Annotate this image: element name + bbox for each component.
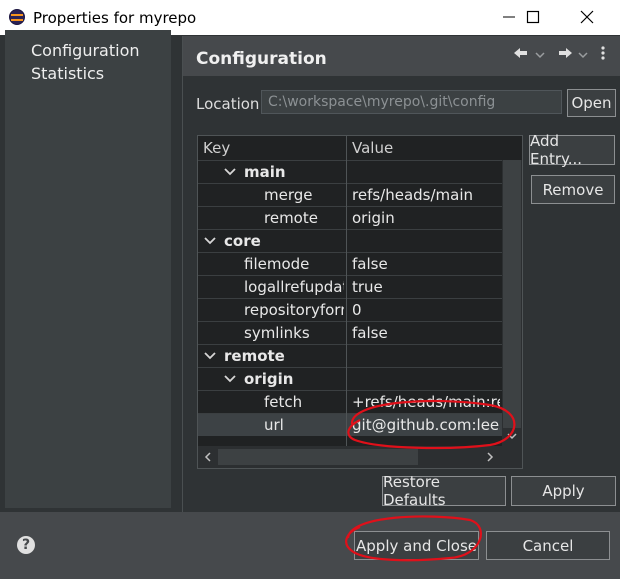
open-button[interactable]: Open [567,89,616,117]
table-row[interactable]: symlinks false [198,321,502,344]
row-key: url [264,416,284,434]
add-entry-button[interactable]: Add Entry... [529,132,615,168]
row-key: logallrefupdates [244,278,344,296]
row-value: 0 [352,301,362,319]
row-value: refs/heads/main [352,186,474,204]
eclipse-icon [9,9,25,25]
table-row[interactable]: fetch +refs/heads/main:refs/remotes/origi… [198,390,502,413]
table-row[interactable]: core [198,229,502,252]
config-table: Key Value main merge refs/heads/main remote… [197,135,523,469]
view-menu-icon[interactable] [598,45,608,63]
table-row[interactable]: remote origin [198,206,502,229]
row-value: false [352,255,388,273]
window-title: Properties for myrepo [33,9,197,27]
forward-arrow-icon[interactable] [554,45,574,63]
apply-button[interactable]: Apply [511,476,616,506]
tree-item-statistics[interactable]: Statistics [31,64,104,83]
row-key: filemode [244,255,310,273]
close-button[interactable] [564,0,610,34]
table-row[interactable]: url git@github.com:leesh [198,413,502,436]
row-key: merge [264,186,313,204]
apply-and-close-button[interactable]: Apply and Close [354,531,479,560]
pane-divider[interactable] [182,36,183,512]
remove-button[interactable]: Remove [531,175,615,204]
row-key: core [224,232,261,250]
help-icon[interactable]: ? [17,536,35,554]
scroll-right-icon[interactable] [484,451,496,463]
expand-chevron-icon[interactable] [224,374,236,384]
horizontal-scrollbar[interactable] [198,446,522,468]
row-key: repositoryformatversion [244,301,344,319]
row-value: +refs/heads/main:refs/remotes/origin/mai… [352,393,500,411]
vertical-scroll-thumb[interactable] [503,160,521,428]
back-arrow-icon[interactable] [512,45,532,63]
expand-chevron-icon[interactable] [204,351,216,361]
location-label: Location: [196,95,265,113]
table-row[interactable]: repositoryformatversion 0 [198,298,502,321]
column-header-value[interactable]: Value [352,136,393,160]
row-key: origin [244,370,294,388]
row-value: false [352,324,388,342]
table-row[interactable]: remote [198,344,502,367]
location-field[interactable]: C:\workspace\myrepo\.git\config [261,90,562,114]
expand-chevron-icon[interactable] [224,167,236,177]
scroll-left-icon[interactable] [202,451,214,463]
tree-item-configuration[interactable]: Configuration [31,41,140,60]
table-row[interactable]: origin [198,367,502,390]
restore-defaults-button[interactable]: Restore Defaults [382,473,506,509]
row-key: fetch [264,393,303,411]
row-value: origin [352,209,395,227]
forward-dropdown-icon[interactable] [578,45,588,63]
horizontal-scroll-thumb[interactable] [218,449,418,465]
column-divider [346,136,347,446]
table-row[interactable]: filemode false [198,252,502,275]
row-value: true [352,278,383,296]
expand-chevron-icon[interactable] [204,236,216,246]
maximize-button[interactable] [510,0,556,34]
close-icon [580,10,594,24]
column-header-key[interactable]: Key [203,136,230,160]
row-key: remote [264,209,318,227]
vertical-scrollbar[interactable] [502,160,522,446]
page-tree: Configuration Statistics [5,30,171,508]
row-value: git@github.com:leesh [352,416,500,434]
page-title: Configuration [196,49,327,69]
cancel-button[interactable]: Cancel [486,531,610,560]
table-row[interactable]: main [198,160,502,183]
table-row[interactable]: logallrefupdates true [198,275,502,298]
scroll-down-icon[interactable] [506,430,518,442]
row-key: symlinks [244,324,310,342]
maximize-icon [526,10,540,24]
row-key: remote [224,347,285,365]
back-dropdown-icon[interactable] [535,45,545,63]
table-row[interactable]: merge refs/heads/main [198,183,502,206]
row-key: main [244,163,286,181]
